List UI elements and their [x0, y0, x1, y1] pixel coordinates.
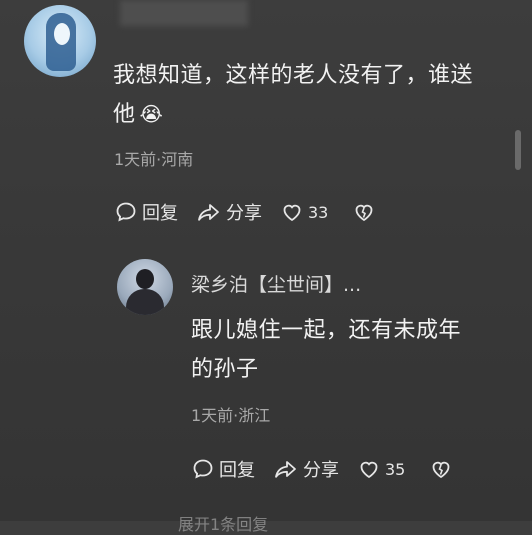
reply-text-line2: 的孙子 — [191, 357, 259, 382]
reply-meta: 1天前·浙江 — [191, 406, 271, 425]
comment-text-line2-text: 他 — [113, 102, 136, 127]
avatar-head — [136, 269, 154, 289]
reply-text-line1: 跟儿媳住一起，还有未成年 — [191, 318, 462, 343]
reply-reply-button[interactable]: 回复 — [191, 456, 255, 482]
reply-label: 回复 — [142, 203, 178, 224]
reply-username[interactable]: 梁乡泊【尘世间】... — [191, 270, 361, 297]
reply-like-count: 35 — [385, 459, 406, 479]
crying-emoji: 😭 — [139, 102, 164, 126]
reply-reply-label: 回复 — [219, 460, 255, 481]
comment-text-line2: 他 😭 — [113, 95, 513, 134]
reply-text: 跟儿媳住一起，还有未成年 的孙子 — [191, 311, 511, 389]
share-label: 分享 — [226, 203, 262, 224]
reply-like-button[interactable]: 35 — [357, 457, 405, 481]
avatar-face — [54, 23, 70, 45]
dislike-button[interactable] — [352, 200, 380, 224]
heart-icon — [283, 204, 301, 222]
scrollbar[interactable] — [515, 130, 521, 170]
reply-button[interactable]: 回复 — [114, 199, 178, 225]
like-button[interactable]: 33 — [280, 200, 328, 224]
comment-text-line1: 我想知道，这样的老人没有了，谁送 — [113, 63, 474, 88]
share-arrow-icon — [275, 461, 296, 478]
expand-replies-link[interactable]: 展开1条回复 — [178, 511, 268, 535]
broken-heart-icon — [432, 461, 450, 479]
like-count: 33 — [308, 202, 329, 222]
comment-text: 我想知道，这样的老人没有了，谁送 他 😭 — [113, 56, 513, 134]
comment-username-blurred[interactable] — [120, 0, 248, 26]
broken-heart-icon — [355, 204, 373, 222]
share-arrow-icon — [198, 204, 219, 221]
reply-share-label: 分享 — [303, 460, 339, 481]
comment-avatar[interactable] — [24, 5, 96, 77]
comment-bubble-icon — [193, 459, 213, 479]
heart-icon — [360, 461, 378, 479]
reply-actions: 回复 分享 35 — [191, 456, 475, 482]
reply-dislike-button[interactable] — [429, 457, 457, 481]
comment-bubble-icon — [116, 202, 136, 222]
comment-actions: 回复 分享 33 — [114, 199, 398, 225]
share-button[interactable]: 分享 — [196, 199, 262, 225]
comment-meta: 1天前·河南 — [114, 150, 194, 169]
reply-avatar[interactable] — [117, 259, 173, 315]
reply-share-button[interactable]: 分享 — [273, 456, 339, 482]
avatar-body — [126, 289, 164, 315]
